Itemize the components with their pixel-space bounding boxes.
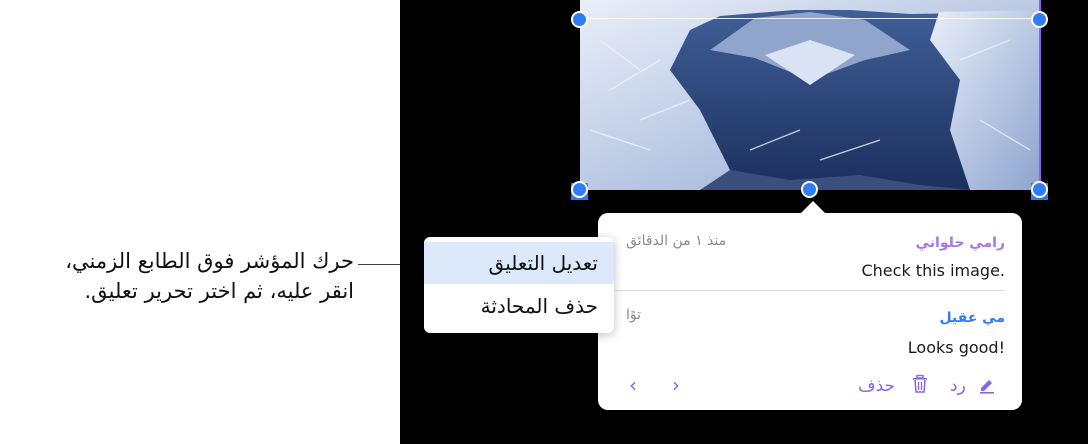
selected-image[interactable] — [580, 0, 1039, 190]
trash-icon — [913, 374, 927, 393]
previous-comment-button[interactable]: ‹ — [629, 373, 637, 397]
comment-author: رامي حلواني — [915, 235, 1005, 251]
resize-handle-top-left[interactable] — [571, 11, 588, 28]
lake-photo — [580, 0, 1039, 190]
edit-reply-button[interactable] — [977, 374, 997, 396]
instruction-line-2: انقر عليه، ثم اختر تحرير تعليق. — [84, 279, 354, 303]
comment-text: Looks good! — [907, 338, 1005, 357]
comments-panel: رامي حلواني منذ ١ من الدقائق Check this … — [598, 213, 1022, 410]
comment-author: مي عقيل — [939, 310, 1005, 326]
menu-item-delete-conversation[interactable]: حذف المحادثة — [424, 285, 614, 327]
comment-divider — [615, 290, 1005, 291]
comment-timestamp[interactable]: توًا — [626, 307, 641, 323]
menu-item-edit-comment[interactable]: تعديل التعليق — [424, 242, 614, 284]
trash-button[interactable] — [911, 374, 929, 396]
resize-handle-top-right[interactable] — [1031, 11, 1048, 28]
chevron-left-icon: ‹ — [629, 373, 637, 397]
comment-text: Check this image. — [861, 261, 1005, 280]
image-selection-edge — [1039, 0, 1041, 190]
image-top-guide — [580, 18, 1039, 19]
chevron-right-icon: › — [672, 373, 680, 397]
reply-button[interactable]: رد — [950, 376, 966, 396]
pencil-icon — [980, 380, 994, 394]
instruction-callout: حرك المؤشر فوق الطابع الزمني، انقر عليه،… — [14, 246, 354, 306]
resize-handle-bottom-right[interactable] — [1031, 181, 1048, 198]
next-comment-button[interactable]: › — [672, 373, 680, 397]
comment-timestamp[interactable]: منذ ١ من الدقائق — [626, 233, 726, 249]
instruction-line-1: حرك المؤشر فوق الطابع الزمني، — [65, 249, 354, 273]
resize-handle-bottom-left[interactable] — [571, 181, 588, 198]
timestamp-context-menu: تعديل التعليق حذف المحادثة — [424, 237, 614, 333]
delete-button[interactable]: حذف — [858, 376, 895, 396]
resize-handle-bottom-center[interactable] — [801, 181, 818, 198]
